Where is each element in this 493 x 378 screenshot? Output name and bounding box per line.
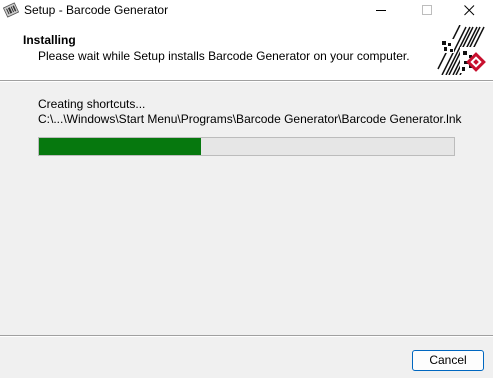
title-bar: Setup - Barcode Generator (0, 0, 493, 21)
progress-bar (38, 137, 455, 156)
barcode-qr-logo (436, 24, 486, 76)
footer-divider (0, 335, 493, 337)
current-file-path: C:\...\Windows\Start Menu\Programs\Barco… (38, 112, 462, 126)
minimize-icon (376, 10, 386, 11)
minimize-button[interactable] (359, 0, 405, 21)
status-text: Creating shortcuts... (38, 97, 146, 111)
cancel-button[interactable]: Cancel (412, 350, 484, 371)
window-title: Setup - Barcode Generator (24, 3, 169, 17)
maximize-button (405, 0, 451, 21)
page-subtitle: Please wait while Setup installs Barcode… (38, 49, 410, 63)
page-header: Installing Please wait while Setup insta… (0, 21, 493, 80)
progress-fill (39, 138, 201, 155)
close-icon (464, 5, 475, 16)
header-divider (0, 80, 493, 82)
close-button[interactable] (447, 0, 493, 21)
maximize-icon (422, 5, 432, 15)
barcode-app-icon (2, 2, 20, 18)
page-title: Installing (23, 33, 76, 47)
